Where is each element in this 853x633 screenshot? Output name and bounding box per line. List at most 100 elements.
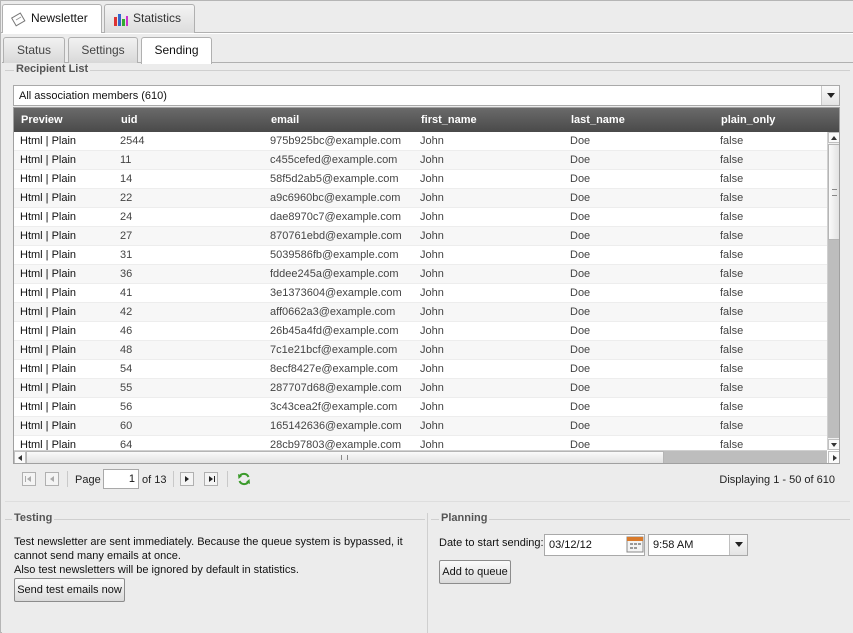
paging-toolbar: Page 1 of 13 Displaying 1 - 50 of 610 bbox=[13, 466, 840, 492]
bar-chart-icon bbox=[114, 14, 128, 26]
displaying-status: Displaying 1 - 50 of 610 bbox=[719, 474, 835, 486]
add-to-queue-button[interactable]: Add to queue bbox=[439, 560, 511, 584]
preview-links[interactable]: Html | Plain bbox=[20, 341, 76, 360]
plain-only-cell: false bbox=[720, 211, 744, 223]
scroll-down-icon[interactable] bbox=[828, 439, 839, 450]
horizontal-scroll-thumb[interactable] bbox=[26, 451, 664, 463]
send-test-emails-button[interactable]: Send test emails now bbox=[14, 578, 125, 602]
plain-only-cell: false bbox=[720, 154, 744, 166]
table-row[interactable]: Html | Plain 54 8ecf8427e@example.com John D… bbox=[14, 360, 827, 379]
next-page-icon[interactable] bbox=[180, 472, 194, 486]
column-header-plain-only[interactable]: plain_only bbox=[721, 114, 775, 126]
uid-cell: 48 bbox=[120, 344, 133, 356]
preview-links[interactable]: Html | Plain bbox=[20, 398, 76, 417]
plain-only-cell: false bbox=[720, 249, 744, 261]
tab-settings[interactable]: Settings bbox=[68, 37, 138, 63]
preview-links[interactable]: Html | Plain bbox=[20, 265, 76, 284]
plain-only-cell: false bbox=[720, 363, 744, 375]
email-cell: a9c6960bc@example.com bbox=[270, 192, 401, 204]
pager-separator bbox=[227, 471, 228, 487]
table-row[interactable]: Html | Plain 64 28cb97803@example.com John D… bbox=[14, 436, 827, 450]
table-row[interactable]: Html | Plain 14 58f5d2ab5@example.com John D… bbox=[14, 170, 827, 189]
preview-links[interactable]: Html | Plain bbox=[20, 132, 76, 151]
table-row[interactable]: Html | Plain 11 c455cefed@example.com John D… bbox=[14, 151, 827, 170]
tab-statistics[interactable]: Statistics bbox=[104, 4, 195, 33]
column-header-last-name[interactable]: last_name bbox=[571, 114, 625, 126]
email-cell: c455cefed@example.com bbox=[270, 154, 398, 166]
uid-cell: 31 bbox=[120, 249, 133, 261]
vertical-scroll-track[interactable] bbox=[828, 240, 839, 438]
preview-links[interactable]: Html | Plain bbox=[20, 227, 76, 246]
table-row[interactable]: Html | Plain 24 dae8970c7@example.com John D… bbox=[14, 208, 827, 227]
planning-title: Planning bbox=[439, 512, 490, 524]
email-cell: 287707d68@example.com bbox=[270, 382, 402, 394]
table-row[interactable]: Html | Plain 46 26b45a4fd@example.com John D… bbox=[14, 322, 827, 341]
preview-links[interactable]: Html | Plain bbox=[20, 436, 76, 450]
tab-status[interactable]: Status bbox=[3, 37, 65, 63]
chevron-down-icon[interactable] bbox=[821, 86, 839, 105]
table-row[interactable]: Html | Plain 42 aff0662a3@example.com John D… bbox=[14, 303, 827, 322]
grid-body: Html | Plain 2544 975b925bc@example.com Joh… bbox=[14, 132, 827, 450]
last-name-cell: Doe bbox=[570, 135, 591, 147]
previous-page-icon[interactable] bbox=[45, 472, 59, 486]
preview-links[interactable]: Html | Plain bbox=[20, 417, 76, 436]
uid-cell: 11 bbox=[120, 154, 132, 166]
table-row[interactable]: Html | Plain 48 7c1e21bcf@example.com John D… bbox=[14, 341, 827, 360]
table-row[interactable]: Html | Plain 31 5039586fb@example.com John D… bbox=[14, 246, 827, 265]
last-name-cell: Doe bbox=[570, 192, 591, 204]
last-page-icon[interactable] bbox=[204, 472, 218, 486]
preview-links[interactable]: Html | Plain bbox=[20, 246, 76, 265]
main-tab-bar: Newsletter Statistics bbox=[1, 1, 853, 34]
plain-only-cell: false bbox=[720, 230, 744, 242]
preview-links[interactable]: Html | Plain bbox=[20, 360, 76, 379]
horizontal-scrollbar[interactable] bbox=[14, 450, 839, 463]
page-number-input[interactable]: 1 bbox=[103, 469, 139, 489]
refresh-icon[interactable] bbox=[237, 472, 251, 486]
table-row[interactable]: Html | Plain 27 870761ebd@example.com John D… bbox=[14, 227, 827, 246]
uid-cell: 60 bbox=[120, 420, 133, 432]
scroll-left-icon[interactable] bbox=[14, 451, 26, 463]
table-row[interactable]: Html | Plain 55 287707d68@example.com John D… bbox=[14, 379, 827, 398]
testing-title: Testing bbox=[12, 512, 55, 524]
uid-cell: 46 bbox=[120, 325, 133, 337]
last-name-cell: Doe bbox=[570, 382, 591, 394]
preview-links[interactable]: Html | Plain bbox=[20, 151, 76, 170]
column-header-uid[interactable]: uid bbox=[121, 114, 138, 126]
email-cell: 58f5d2ab5@example.com bbox=[270, 173, 399, 185]
horizontal-scroll-track[interactable] bbox=[664, 451, 827, 463]
column-header-email[interactable]: email bbox=[271, 114, 299, 126]
table-row[interactable]: Html | Plain 22 a9c6960bc@example.com John D… bbox=[14, 189, 827, 208]
first-page-icon[interactable] bbox=[22, 472, 36, 486]
table-row[interactable]: Html | Plain 56 3c43cea2f@example.com John D… bbox=[14, 398, 827, 417]
tab-newsletter[interactable]: Newsletter bbox=[2, 4, 102, 34]
vertical-scrollbar[interactable] bbox=[827, 132, 839, 450]
testing-border bbox=[5, 519, 425, 520]
pager-separator bbox=[173, 471, 174, 487]
recipient-list-select[interactable]: All association members (610) bbox=[13, 85, 840, 106]
email-cell: 165142636@example.com bbox=[270, 420, 402, 432]
chevron-down-icon[interactable] bbox=[729, 535, 747, 555]
vertical-scroll-thumb[interactable] bbox=[828, 144, 839, 240]
plain-only-cell: false bbox=[720, 268, 744, 280]
column-header-preview[interactable]: Preview bbox=[21, 114, 63, 126]
calendar-icon[interactable] bbox=[626, 535, 644, 553]
preview-links[interactable]: Html | Plain bbox=[20, 208, 76, 227]
table-row[interactable]: Html | Plain 2544 975b925bc@example.com Joh… bbox=[14, 132, 827, 151]
preview-links[interactable]: Html | Plain bbox=[20, 379, 76, 398]
scroll-right-icon[interactable] bbox=[828, 451, 839, 463]
column-header-first-name[interactable]: first_name bbox=[421, 114, 477, 126]
preview-links[interactable]: Html | Plain bbox=[20, 170, 76, 189]
table-row[interactable]: Html | Plain 60 165142636@example.com John D… bbox=[14, 417, 827, 436]
table-row[interactable]: Html | Plain 41 3e1373604@example.com John D… bbox=[14, 284, 827, 303]
preview-links[interactable]: Html | Plain bbox=[20, 303, 76, 322]
first-name-cell: John bbox=[420, 135, 444, 147]
plain-only-cell: false bbox=[720, 382, 744, 394]
preview-links[interactable]: Html | Plain bbox=[20, 189, 76, 208]
table-row[interactable]: Html | Plain 36 fddee245a@example.com John D… bbox=[14, 265, 827, 284]
email-cell: 5039586fb@example.com bbox=[270, 249, 399, 261]
preview-links[interactable]: Html | Plain bbox=[20, 284, 76, 303]
scroll-up-icon[interactable] bbox=[828, 132, 839, 143]
tab-sending[interactable]: Sending bbox=[141, 37, 212, 64]
preview-links[interactable]: Html | Plain bbox=[20, 322, 76, 341]
first-name-cell: John bbox=[420, 382, 444, 394]
